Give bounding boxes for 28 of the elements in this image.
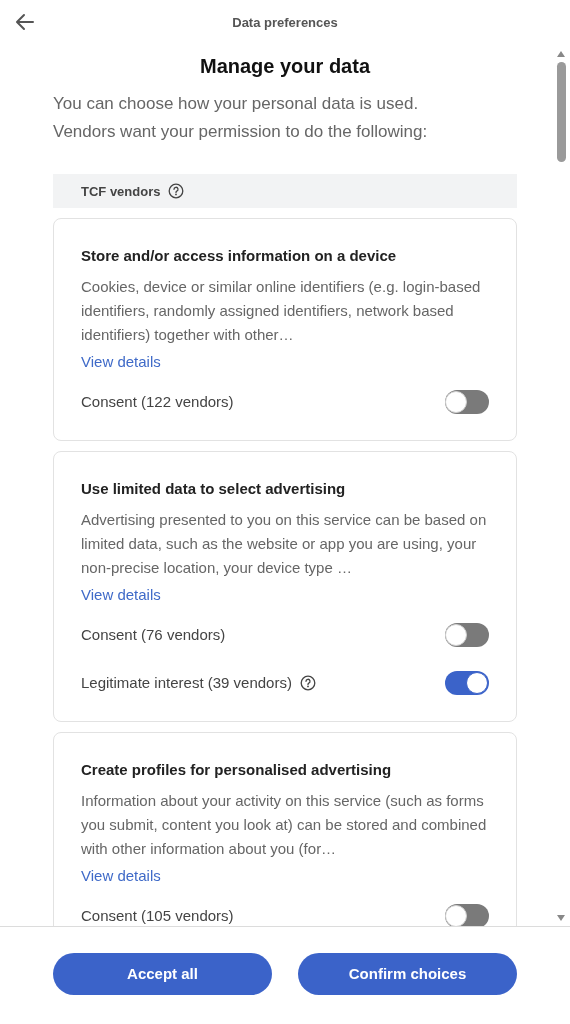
view-details-link[interactable]: View details: [81, 583, 161, 607]
action-button[interactable]: Confirm choices: [298, 952, 517, 995]
section-label: TCF vendors: [81, 183, 161, 199]
toggle-switch[interactable]: [445, 390, 489, 414]
option-label: Consent (122 vendors): [81, 392, 234, 412]
scroll-up-icon[interactable]: [556, 50, 566, 58]
purpose-description: Advertising presented to you on this service can be based on limited data, such as the website or app you are using, your non-precise location, your device type …: [81, 510, 488, 578]
view-details-link[interactable]: View details: [81, 350, 161, 374]
view-details-link[interactable]: View details: [81, 864, 161, 888]
page-heading: Manage your data: [198, 54, 372, 79]
toggle-switch[interactable]: [445, 904, 489, 926]
toggle-switch[interactable]: [445, 671, 489, 695]
option-label: Consent (105 vendors): [81, 906, 234, 926]
action-button[interactable]: Accept all: [53, 952, 272, 995]
purpose-description: Cookies, device or similar online identifiers (e.g. login-based identifiers, randomly assigned identifiers, network based identifiers) together with other…: [81, 277, 482, 345]
option-label: Consent (76 vendors): [81, 625, 226, 645]
purpose-title: Use limited data to select advertising: [81, 479, 347, 499]
help-icon[interactable]: [168, 183, 185, 199]
intro-text: You can choose how your personal data is used. Vendors want your permission to do the following:: [53, 93, 429, 143]
purpose-title: Store and/or access information on a device: [81, 246, 398, 266]
option-label: Legitimate interest (39 vendors): [81, 673, 292, 693]
purpose-title: Create profiles for personalised advertising: [81, 760, 393, 780]
toggle-switch[interactable]: [445, 623, 489, 647]
scrollbar-thumb[interactable]: [556, 62, 566, 162]
dialog-title: Data preferences: [232, 14, 338, 30]
help-icon[interactable]: [299, 675, 316, 691]
purpose-description: Information about your activity on this service (such as forms you submit, content you look at) can be stored and combined with other information about you (for…: [81, 791, 488, 859]
scroll-down-icon[interactable]: [556, 914, 566, 922]
